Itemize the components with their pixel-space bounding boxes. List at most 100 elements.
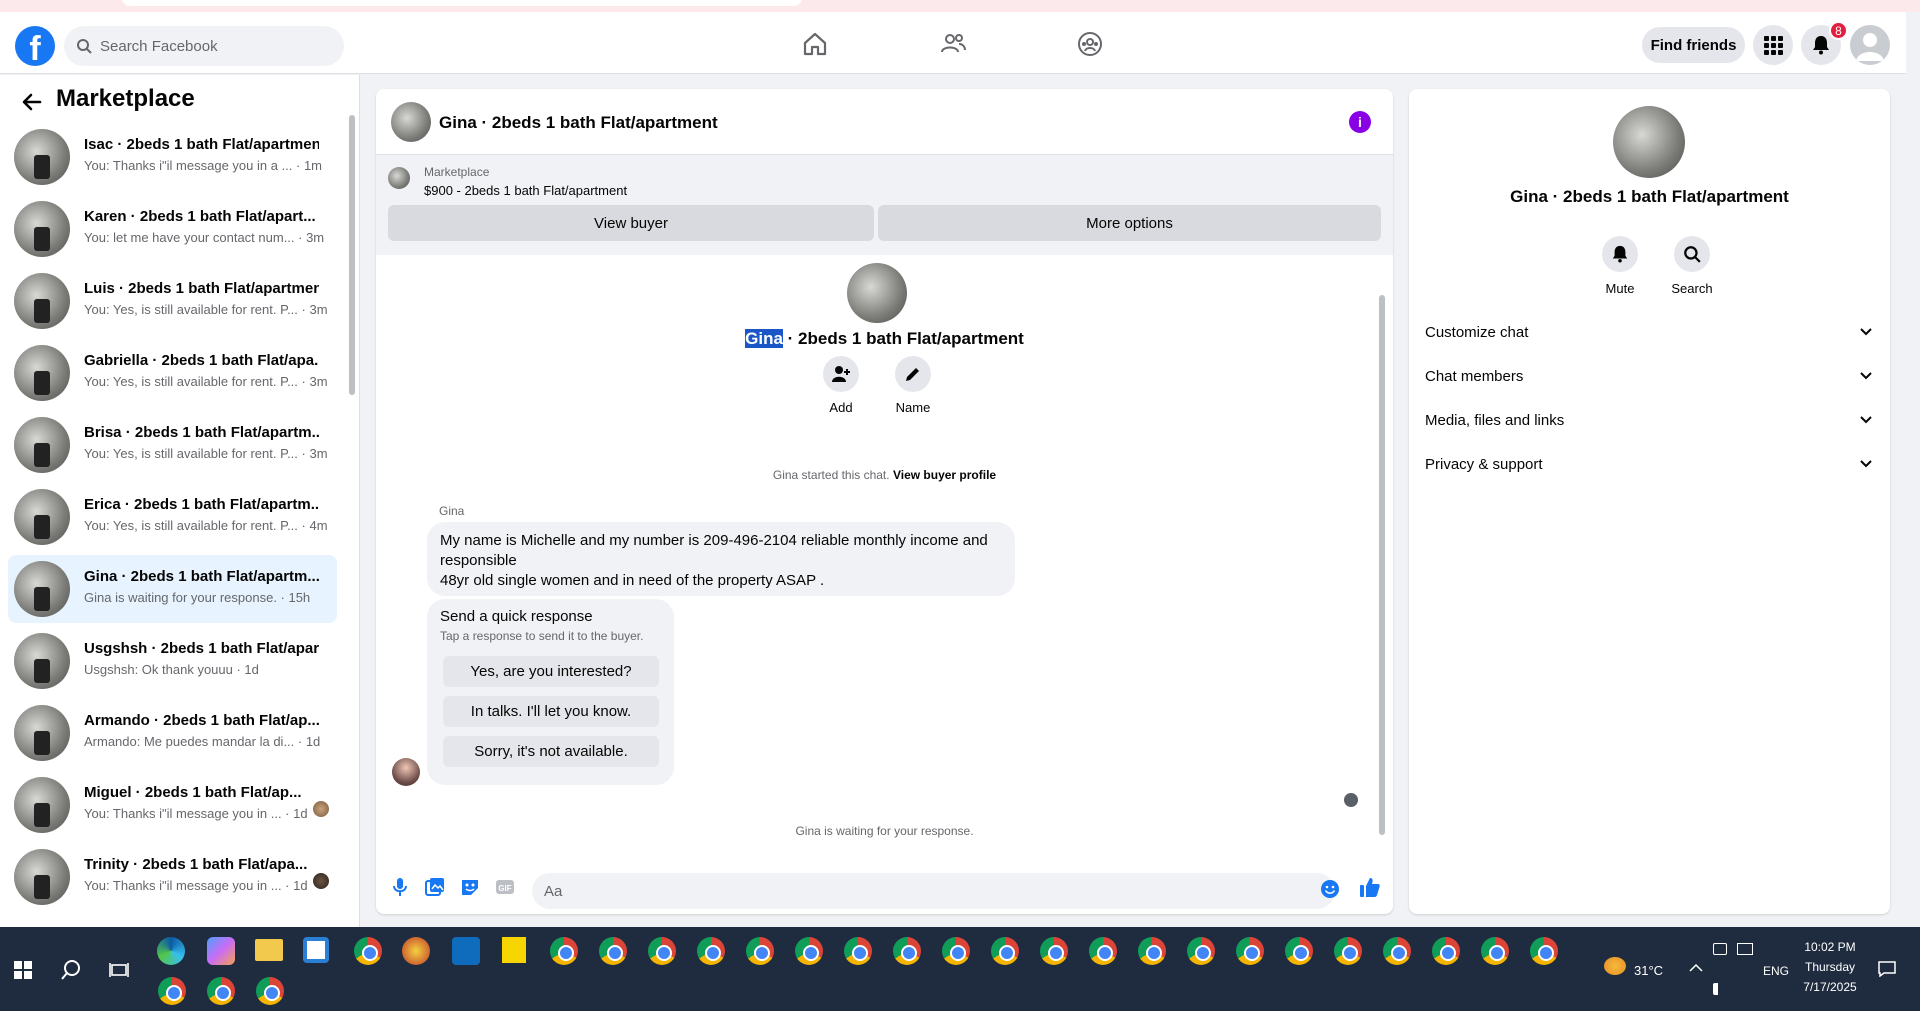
chrome-icon[interactable] — [354, 937, 382, 965]
chrome-window-icon[interactable] — [1236, 937, 1264, 965]
chrome-window-icon[interactable] — [697, 937, 725, 965]
menu-button[interactable] — [1753, 25, 1793, 65]
chrome-window-icon[interactable] — [991, 937, 1019, 965]
conversation-title: Isac · 2beds 1 bath Flat/apartment — [84, 136, 319, 153]
media-files-links-row[interactable]: Media, files and links — [1425, 402, 1873, 438]
bell-icon — [1813, 36, 1829, 55]
chrome-window-icon[interactable] — [207, 977, 235, 1005]
chevron-up-icon[interactable] — [1689, 963, 1703, 973]
file-explorer-icon[interactable] — [255, 939, 283, 961]
taskbar-search-icon[interactable] — [60, 959, 82, 981]
chrome-window-icon[interactable] — [1481, 937, 1509, 965]
conversation-item-armando[interactable]: Armando · 2beds 1 bath Flat/ap... Armando… — [8, 699, 337, 767]
find-friends-button[interactable]: Find friends — [1642, 27, 1745, 63]
volume-icon[interactable] — [1713, 983, 1727, 995]
microsoft-store-icon[interactable] — [303, 937, 329, 963]
facebook-logo-icon[interactable]: f — [15, 26, 55, 66]
outlook-icon[interactable] — [452, 937, 480, 965]
chrome-window-icon[interactable] — [942, 937, 970, 965]
conversation-info-icon[interactable]: i — [1349, 111, 1371, 133]
chat-members-row[interactable]: Chat members — [1425, 358, 1873, 394]
app-icon[interactable] — [402, 937, 430, 965]
chrome-window-icon[interactable] — [1432, 937, 1460, 965]
conversation-item-gabriella[interactable]: Gabriella · 2beds 1 bath Flat/apa... You:… — [8, 339, 337, 407]
groups-icon[interactable] — [1076, 30, 1104, 58]
conversation-item-miguel[interactable]: Miguel · 2beds 1 bath Flat/ap... You: Tha… — [8, 771, 337, 839]
emoji-icon[interactable] — [1319, 878, 1341, 900]
back-arrow-icon[interactable] — [20, 90, 44, 114]
photo-icon[interactable] — [424, 876, 446, 898]
sender-avatar[interactable] — [392, 758, 420, 786]
network-icon[interactable] — [1737, 943, 1753, 955]
privacy-support-row[interactable]: Privacy & support — [1425, 446, 1873, 482]
chat-avatar[interactable] — [391, 102, 431, 142]
chrome-window-icon[interactable] — [746, 937, 774, 965]
conversation-item-karen[interactable]: Karen · 2beds 1 bath Flat/apart... You: l… — [8, 195, 337, 263]
conversation-item-erica[interactable]: Erica · 2beds 1 bath Flat/apartm... You: … — [8, 483, 337, 551]
search-facebook-input[interactable]: Search Facebook — [64, 26, 344, 66]
add-people-action[interactable]: Add — [816, 356, 866, 415]
home-icon[interactable] — [801, 30, 829, 58]
quick-response-button[interactable]: In talks. I'll let you know. — [443, 696, 659, 727]
listing-price[interactable]: $900 - 2beds 1 bath Flat/apartment — [424, 183, 627, 198]
sticker-icon[interactable] — [459, 876, 481, 898]
weather-temperature[interactable]: 31°C — [1634, 963, 1663, 978]
mute-action[interactable]: Mute — [1590, 236, 1650, 296]
gif-icon[interactable]: GIF — [494, 876, 516, 898]
chrome-window-icon[interactable] — [893, 937, 921, 965]
name-chat-action[interactable]: Name — [888, 356, 938, 415]
chrome-window-icon[interactable] — [550, 937, 578, 965]
chrome-window-icon[interactable] — [795, 937, 823, 965]
quick-response-title: Send a quick response — [440, 608, 593, 625]
chat-title[interactable]: Gina · 2beds 1 bath Flat/apartment — [439, 113, 718, 133]
conversation-item-usgshsh[interactable]: Usgshsh · 2beds 1 bath Flat/apar... Usgsh… — [8, 627, 337, 695]
chrome-window-icon[interactable] — [599, 937, 627, 965]
view-buyer-button[interactable]: View buyer — [388, 205, 874, 241]
language-indicator[interactable]: ENG — [1763, 964, 1789, 978]
windows-start-icon[interactable] — [14, 961, 32, 979]
chrome-window-icon[interactable] — [1285, 937, 1313, 965]
chrome-window-icon[interactable] — [1334, 937, 1362, 965]
chat-scrollbar[interactable] — [1377, 255, 1387, 850]
chrome-window-icon[interactable] — [1383, 937, 1411, 965]
chrome-window-icon[interactable] — [158, 977, 186, 1005]
more-options-button[interactable]: More options — [878, 205, 1381, 241]
meet-now-icon[interactable] — [1713, 943, 1727, 955]
conversation-item-isac[interactable]: Isac · 2beds 1 bath Flat/apartment You: T… — [8, 123, 337, 191]
message-input[interactable] — [532, 873, 1335, 909]
conversation-item-brisa[interactable]: Brisa · 2beds 1 bath Flat/apartm... You: … — [8, 411, 337, 479]
chrome-window-icon[interactable] — [648, 937, 676, 965]
weather-icon[interactable] — [1604, 957, 1626, 975]
sticky-notes-icon[interactable] — [502, 937, 526, 963]
chrome-window-icon[interactable] — [1040, 937, 1068, 965]
chrome-window-icon[interactable] — [1089, 937, 1117, 965]
scrollbar-thumb[interactable] — [349, 115, 355, 395]
friends-icon[interactable] — [939, 30, 967, 58]
view-buyer-profile-link[interactable]: View buyer profile — [893, 468, 996, 482]
page-scrollbar[interactable] — [1906, 75, 1920, 927]
customize-chat-row[interactable]: Customize chat — [1425, 314, 1873, 350]
copilot-icon[interactable] — [207, 937, 235, 965]
task-view-icon[interactable] — [109, 960, 129, 980]
conversation-item-trinity[interactable]: Trinity · 2beds 1 bath Flat/apa... You: T… — [8, 843, 337, 911]
profile-avatar[interactable] — [1850, 25, 1890, 65]
thumbs-up-icon[interactable] — [1359, 876, 1381, 898]
conversation-item-luis[interactable]: Luis · 2beds 1 bath Flat/apartment You: Y… — [8, 267, 337, 335]
chrome-window-icon[interactable] — [844, 937, 872, 965]
chrome-window-icon[interactable] — [1530, 937, 1558, 965]
incoming-message-bubble[interactable]: My name is Michelle and my number is 209… — [427, 522, 1015, 596]
clock[interactable]: 10:02 PM Thursday 7/17/2025 — [1797, 937, 1863, 997]
sidebar-scrollbar[interactable] — [348, 85, 356, 920]
chrome-window-icon[interactable] — [1187, 937, 1215, 965]
chrome-window-icon[interactable] — [1138, 937, 1166, 965]
scrollbar-thumb[interactable] — [1379, 295, 1385, 835]
conversation-item-gina[interactable]: Gina · 2beds 1 bath Flat/apartm... Gina i… — [8, 555, 337, 623]
notification-center-icon[interactable] — [1878, 961, 1896, 977]
microphone-icon[interactable] — [389, 876, 411, 898]
quick-response-button[interactable]: Sorry, it's not available. — [443, 736, 659, 767]
edge-browser-icon[interactable] — [157, 937, 185, 965]
conversation-preview: You: Yes, is still available for rent. P… — [84, 374, 328, 389]
chrome-window-icon[interactable] — [256, 977, 284, 1005]
search-in-conversation-action[interactable]: Search — [1662, 236, 1722, 296]
quick-response-button[interactable]: Yes, are you interested? — [443, 656, 659, 687]
